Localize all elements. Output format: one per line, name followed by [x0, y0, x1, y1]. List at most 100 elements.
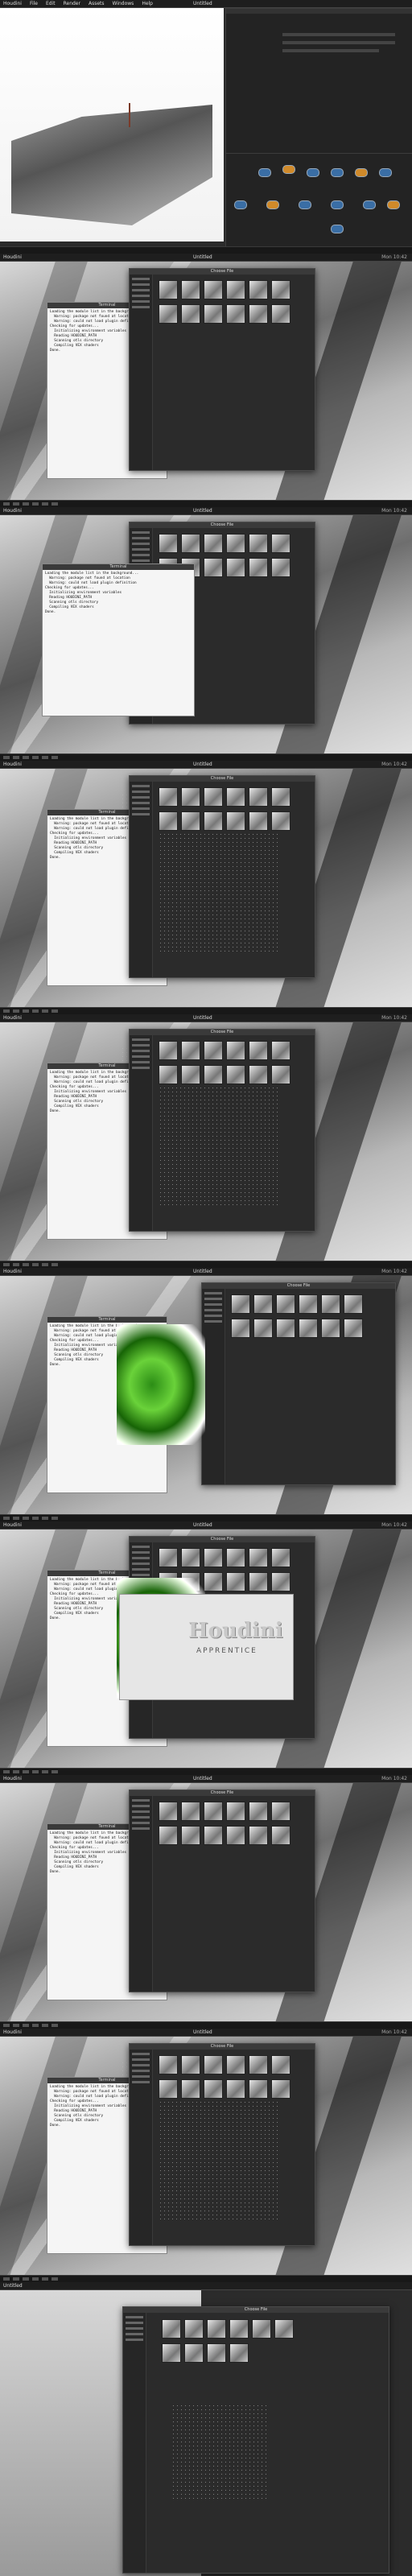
taskbar-icon[interactable]: [52, 1517, 58, 1520]
taskbar-icon[interactable]: [32, 2024, 39, 2027]
taskbar-icon[interactable]: [3, 1009, 10, 1013]
file-thumbnail[interactable]: [181, 1041, 200, 1060]
sidebar-item[interactable]: [132, 548, 150, 551]
thumbnail-grid[interactable]: [159, 2055, 290, 2099]
file-thumbnail[interactable]: [204, 787, 223, 807]
file-thumbnail[interactable]: [159, 534, 178, 553]
file-thumbnail[interactable]: [181, 1065, 200, 1084]
file-thumbnail[interactable]: [159, 304, 178, 324]
file-thumbnail[interactable]: [204, 534, 223, 553]
file-thumbnail[interactable]: [249, 1041, 268, 1060]
file-thumbnail[interactable]: [181, 304, 200, 324]
sidebar-item[interactable]: [132, 1799, 150, 1802]
file-browser-sidebar[interactable]: [130, 2050, 153, 2245]
sidebar-item[interactable]: [204, 1292, 222, 1294]
file-thumbnail[interactable]: [204, 1826, 223, 1845]
file-thumbnail[interactable]: [249, 2055, 268, 2074]
sidebar-item[interactable]: [132, 1810, 150, 1813]
file-thumbnail[interactable]: [226, 787, 245, 807]
file-thumbnail[interactable]: [271, 1572, 290, 1591]
file-thumbnail[interactable]: [159, 1065, 178, 1084]
sidebar-item[interactable]: [132, 1044, 150, 1046]
file-thumbnail[interactable]: [226, 2079, 245, 2099]
file-thumbnail[interactable]: [226, 1548, 245, 1567]
menu-item-render[interactable]: Render: [64, 1, 80, 6]
taskbar-icon[interactable]: [32, 1517, 39, 1520]
file-thumbnail[interactable]: [276, 1294, 295, 1314]
menu-item-houdini[interactable]: Houdini: [3, 254, 22, 260]
file-browser-window[interactable]: Choose File: [129, 775, 315, 978]
file-thumbnail[interactable]: [184, 2343, 204, 2363]
taskbar-icon[interactable]: [42, 2277, 48, 2281]
file-browser-window[interactable]: Choose File: [122, 2306, 389, 2574]
file-thumbnail[interactable]: [321, 1294, 340, 1314]
taskbar-icon[interactable]: [52, 1263, 58, 1266]
param-row[interactable]: [282, 41, 395, 44]
taskbar-icon[interactable]: [32, 2277, 39, 2281]
taskbar-icon[interactable]: [23, 2024, 29, 2027]
network-node[interactable]: [331, 200, 344, 209]
file-thumbnail[interactable]: [231, 1319, 250, 1338]
taskbar-icon[interactable]: [3, 1517, 10, 1520]
taskbar-icon[interactable]: [13, 2277, 19, 2281]
network-node[interactable]: [234, 200, 247, 209]
taskbar-icon[interactable]: [3, 1263, 10, 1266]
file-browser-window[interactable]: Choose File: [201, 1282, 396, 1485]
sidebar-item[interactable]: [132, 559, 150, 562]
file-thumbnail[interactable]: [181, 534, 200, 553]
file-thumbnail[interactable]: [226, 1041, 245, 1060]
file-browser-sidebar[interactable]: [130, 782, 153, 977]
file-thumbnail[interactable]: [204, 1572, 223, 1591]
taskbar-icon[interactable]: [52, 2024, 58, 2027]
file-thumbnail[interactable]: [204, 1065, 223, 1084]
network-node[interactable]: [299, 200, 311, 209]
menu-item-help[interactable]: Help: [142, 1, 153, 6]
network-node[interactable]: [355, 168, 368, 177]
file-thumbnail[interactable]: [159, 787, 178, 807]
file-thumbnail[interactable]: [204, 280, 223, 299]
sidebar-item[interactable]: [132, 295, 150, 297]
sidebar-item[interactable]: [132, 1827, 150, 1830]
file-thumbnail[interactable]: [204, 1041, 223, 1060]
taskbar-icon[interactable]: [13, 756, 19, 759]
file-thumbnail[interactable]: [253, 1294, 273, 1314]
menu-item-windows[interactable]: Windows: [113, 1, 134, 6]
taskbar-icon[interactable]: [32, 1009, 39, 1013]
sidebar-item[interactable]: [132, 2081, 150, 2083]
file-browser-window[interactable]: Choose File: [129, 1790, 315, 1992]
sidebar-item[interactable]: [132, 537, 150, 539]
file-thumbnail[interactable]: [226, 534, 245, 553]
file-thumbnail[interactable]: [204, 2079, 223, 2099]
sidebar-item[interactable]: [204, 1298, 222, 1300]
taskbar-icon[interactable]: [13, 2024, 19, 2027]
sidebar-item[interactable]: [132, 1551, 150, 1554]
taskbar-icon[interactable]: [32, 502, 39, 506]
thumbnail-grid[interactable]: [231, 1294, 363, 1338]
sidebar-item[interactable]: [132, 1574, 150, 1576]
file-thumbnail[interactable]: [249, 1548, 268, 1567]
file-thumbnail[interactable]: [159, 1548, 178, 1567]
taskbar-icon[interactable]: [52, 1009, 58, 1013]
file-browser-sidebar[interactable]: [130, 1796, 153, 1992]
thumbnail-grid[interactable]: [159, 280, 290, 324]
taskbar-icon[interactable]: [23, 502, 29, 506]
sidebar-item[interactable]: [132, 283, 150, 286]
network-node[interactable]: [331, 168, 344, 177]
scene-viewport[interactable]: [0, 8, 224, 242]
taskbar-icon[interactable]: [42, 1770, 48, 1773]
file-thumbnail[interactable]: [249, 304, 268, 324]
taskbar-icon[interactable]: [42, 756, 48, 759]
file-thumbnail[interactable]: [159, 1826, 178, 1845]
taskbar-icon[interactable]: [32, 756, 39, 759]
taskbar-icon[interactable]: [52, 2277, 58, 2281]
sidebar-item[interactable]: [132, 1067, 150, 1069]
file-thumbnail[interactable]: [253, 1319, 273, 1338]
file-thumbnail[interactable]: [299, 1319, 318, 1338]
file-thumbnail[interactable]: [159, 2079, 178, 2099]
file-thumbnail[interactable]: [184, 2319, 204, 2339]
file-thumbnail[interactable]: [271, 2055, 290, 2074]
taskbar-icon[interactable]: [13, 1263, 19, 1266]
file-thumbnail[interactable]: [204, 811, 223, 831]
thumbnail-grid[interactable]: [159, 787, 290, 831]
file-thumbnail[interactable]: [274, 2319, 294, 2339]
